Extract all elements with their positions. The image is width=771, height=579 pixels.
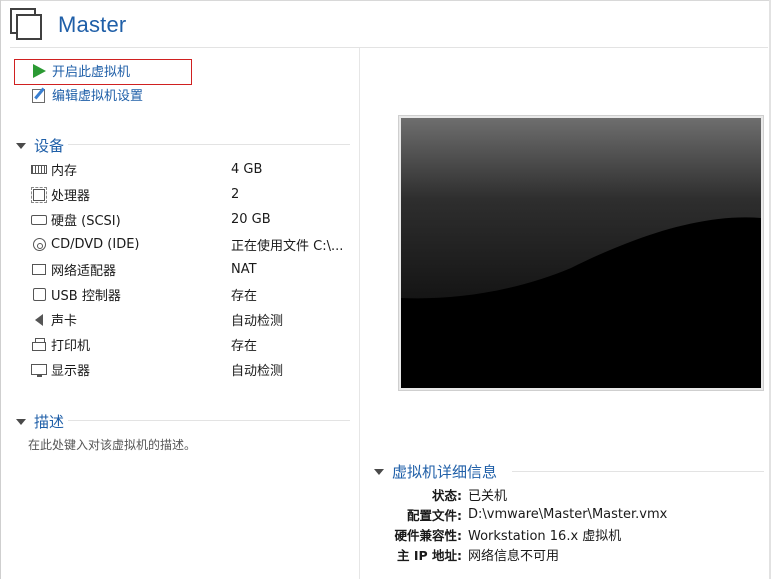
cd-dvd-icon (30, 238, 48, 252)
description-section-divider (68, 420, 350, 421)
vm-title: Master (58, 12, 127, 37)
device-name: CD/DVD (IDE) (51, 237, 140, 252)
edit-settings-icon (32, 87, 48, 103)
device-name: 内存 (51, 164, 78, 179)
detail-row-hardware-compat: 硬件兼容性: Workstation 16.x 虚拟机 (368, 524, 768, 544)
edit-vm-settings-link[interactable]: 编辑虚拟机设置 (32, 85, 143, 104)
description-input[interactable]: 在此处键入对该虚拟机的描述。 (28, 436, 196, 453)
device-row-memory[interactable]: 内存 4 GB (30, 157, 360, 182)
vm-header: Master (10, 6, 126, 44)
display-icon (30, 363, 48, 377)
collapse-caret-icon (374, 468, 384, 475)
window-border-left (0, 0, 1, 579)
hard-disk-icon (30, 213, 48, 227)
edit-settings-label: 编辑虚拟机设置 (52, 89, 144, 104)
device-row-cpu[interactable]: 处理器 2 (30, 182, 360, 207)
devices-section-header[interactable]: 设备 (16, 135, 64, 156)
device-value: 自动检测 (231, 314, 284, 329)
printer-icon (30, 337, 48, 352)
device-name: 声卡 (51, 314, 78, 329)
device-value: 正在使用文件 C:\... (231, 239, 344, 254)
device-value: 20 GB (231, 212, 271, 227)
vm-screen-thumbnail[interactable] (401, 118, 761, 388)
detail-row-state: 状态: 已关机 (368, 484, 768, 504)
device-name: 打印机 (51, 339, 91, 354)
description-section-title: 描述 (34, 413, 65, 431)
devices-section-title: 设备 (34, 137, 65, 155)
power-on-label: 开启此虚拟机 (52, 65, 131, 80)
virtual-machine-icon (10, 8, 44, 42)
usb-icon (30, 288, 48, 302)
device-name: USB 控制器 (51, 289, 121, 304)
details-section-title: 虚拟机详细信息 (392, 463, 498, 481)
device-row-sound-card[interactable]: 声卡 自动检测 (30, 307, 360, 332)
detail-row-primary-ip: 主 IP 地址: 网络信息不可用 (368, 544, 768, 564)
detail-label: 硬件兼容性: (394, 527, 463, 543)
device-name: 硬盘 (SCSI) (51, 214, 121, 229)
cpu-icon (30, 186, 48, 203)
device-value: 存在 (231, 289, 258, 304)
device-value: 4 GB (231, 162, 263, 177)
detail-value: Workstation 16.x 虚拟机 (468, 528, 622, 544)
collapse-caret-icon (16, 142, 26, 149)
device-row-printer[interactable]: 打印机 存在 (30, 332, 360, 357)
power-on-vm-link[interactable]: 开启此虚拟机 (32, 61, 130, 80)
memory-icon (30, 163, 48, 177)
device-row-usb-controller[interactable]: USB 控制器 存在 (30, 282, 360, 307)
window-border-top (0, 0, 771, 1)
details-section-divider (512, 471, 764, 472)
speaker-icon (30, 313, 48, 327)
detail-value: 已关机 (468, 488, 508, 504)
network-adapter-icon (30, 263, 48, 277)
screen-preview-graphic (401, 118, 761, 388)
detail-label: 状态: (432, 487, 462, 503)
detail-value: 网络信息不可用 (468, 548, 560, 564)
device-row-display[interactable]: 显示器 自动检测 (30, 357, 360, 382)
device-row-hard-disk[interactable]: 硬盘 (SCSI) 20 GB (30, 207, 360, 232)
device-row-network-adapter[interactable]: 网络适配器 NAT (30, 257, 360, 282)
description-section-header[interactable]: 描述 (16, 411, 64, 432)
device-value: 2 (231, 187, 240, 202)
detail-value: D:\vmware\Master\Master.vmx (468, 506, 668, 522)
detail-label: 主 IP 地址: (396, 547, 462, 563)
devices-section-divider (68, 144, 350, 145)
device-name: 显示器 (51, 364, 91, 379)
header-divider (10, 47, 768, 48)
collapse-caret-icon (16, 418, 26, 425)
play-icon (32, 63, 48, 79)
pane-splitter[interactable] (359, 48, 360, 579)
detail-row-config-file: 配置文件: D:\vmware\Master\Master.vmx (368, 504, 768, 524)
device-value: 自动检测 (231, 364, 284, 379)
device-name: 处理器 (51, 189, 91, 204)
device-value: 存在 (231, 339, 258, 354)
details-section-header[interactable]: 虚拟机详细信息 (374, 461, 497, 482)
device-name: 网络适配器 (51, 264, 117, 279)
device-row-cd-dvd[interactable]: CD/DVD (IDE) 正在使用文件 C:\... (30, 232, 360, 257)
detail-label: 配置文件: (407, 507, 462, 523)
device-value: NAT (231, 262, 257, 277)
